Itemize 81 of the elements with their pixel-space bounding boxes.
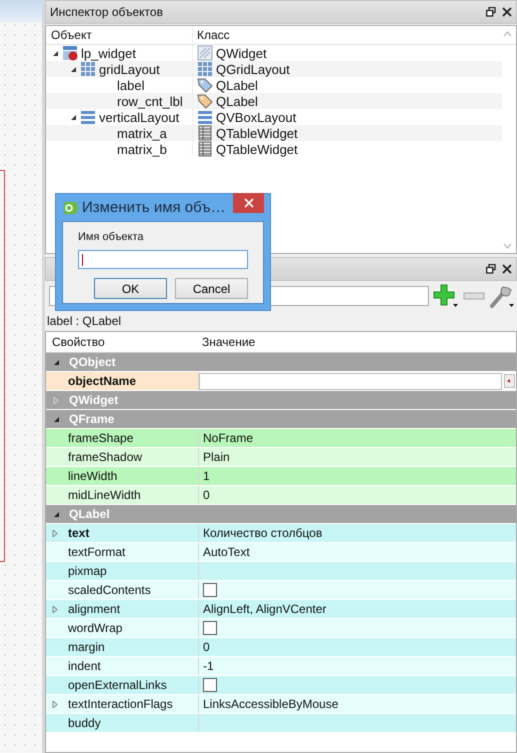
property-value: 1 (203, 469, 210, 483)
dialog-button[interactable]: OK (94, 278, 167, 299)
property-name: openExternalLinks (68, 678, 167, 692)
property-name: frameShadow (68, 450, 142, 464)
class-name: QGridLayout (216, 62, 290, 76)
collapsed-arrow-icon[interactable] (52, 530, 59, 536)
dialog-title: Изменить имя объ… (82, 199, 227, 216)
property-value: AlignLeft, AlignVCenter (203, 602, 326, 616)
float-icon[interactable] (486, 7, 496, 17)
list-icon (80, 109, 96, 125)
property-name: scaledContents (68, 583, 151, 597)
tree-item[interactable]: label (117, 78, 144, 92)
input-field[interactable] (78, 250, 248, 269)
property-value: 0 (203, 640, 210, 654)
column-header[interactable]: Объект (46, 26, 193, 44)
property-name: buddy (68, 716, 101, 730)
float-icon[interactable] (486, 264, 496, 274)
expanded-arrow-icon[interactable] (53, 358, 60, 366)
property-name: pixmap (68, 564, 107, 578)
expanded-arrow-icon[interactable] (53, 510, 60, 518)
plus-icon[interactable] (433, 284, 459, 308)
column-header[interactable]: Свойство (46, 335, 198, 349)
property-name: lineWidth (68, 469, 118, 483)
table-icon (197, 141, 213, 157)
grid-icon (80, 61, 96, 77)
tree-item[interactable]: matrix_a (117, 126, 167, 140)
tree-item[interactable]: verticalLayout (99, 110, 180, 124)
field-label: Имя объекта (78, 231, 144, 243)
property-value: AutoText (203, 545, 250, 559)
property-name: text (68, 526, 90, 540)
column-header[interactable]: Класс (193, 26, 516, 44)
property-name: textFormat (68, 545, 126, 559)
tree-item[interactable]: matrix_b (117, 142, 167, 156)
grid-icon (197, 61, 213, 77)
dock-title: Инспектор объектов (50, 5, 164, 19)
app-logo-icon (62, 200, 78, 216)
property-value: NoFrame (203, 431, 254, 445)
close-icon (244, 198, 254, 208)
property-name: margin (68, 640, 105, 654)
reset-icon[interactable] (504, 374, 515, 388)
class-name: QLabel (216, 78, 258, 92)
class-name: QTableWidget (216, 142, 298, 156)
class-name: QWidget (216, 46, 267, 60)
property-value: 0 (203, 488, 210, 502)
class-name: QTableWidget (216, 126, 298, 140)
property-value: LinksAccessibleByMouse (203, 697, 338, 711)
expanded-arrow-icon[interactable] (52, 50, 59, 56)
canvas-header (0, 0, 42, 22)
collapsed-arrow-icon[interactable] (52, 700, 59, 708)
tree-item[interactable]: row_cnt_lbl (117, 94, 183, 108)
close-button[interactable] (233, 193, 264, 213)
table-icon (197, 125, 213, 141)
subject-label: label : QLabel (46, 313, 122, 329)
collapsed-arrow-icon[interactable] (52, 606, 59, 612)
expanded-arrow-icon[interactable] (70, 66, 77, 72)
property-name: frameShape (68, 431, 134, 445)
property-value: -1 (203, 659, 214, 673)
property-name: alignment (68, 602, 120, 616)
class-name: QLabel (216, 94, 258, 108)
expanded-arrow-icon[interactable] (53, 416, 60, 422)
widget-icon (62, 45, 78, 61)
checkbox[interactable] (203, 678, 217, 692)
property-name: midLineWidth (68, 488, 141, 502)
column-header[interactable]: Значение (198, 335, 516, 349)
property-name: textInteractionFlags (68, 697, 173, 711)
checkbox[interactable] (203, 583, 217, 597)
property-name: indent (68, 659, 101, 673)
property-name: objectName (68, 374, 136, 388)
dialog-button[interactable]: Cancel (175, 278, 248, 299)
tree-item[interactable]: lp_widget (81, 46, 136, 60)
close-icon[interactable] (502, 264, 512, 274)
value-field[interactable] (199, 372, 502, 390)
list-icon (197, 109, 213, 125)
class-name: QVBoxLayout (216, 110, 296, 124)
expanded-arrow-icon[interactable] (70, 114, 77, 120)
property-value: Количество столбцов (203, 526, 322, 540)
property-value: Plain (203, 450, 230, 464)
close-icon[interactable] (502, 7, 512, 17)
tree-item[interactable]: gridLayout (99, 62, 160, 76)
property-name: wordWrap (68, 621, 122, 635)
checkbox[interactable] (203, 621, 217, 635)
